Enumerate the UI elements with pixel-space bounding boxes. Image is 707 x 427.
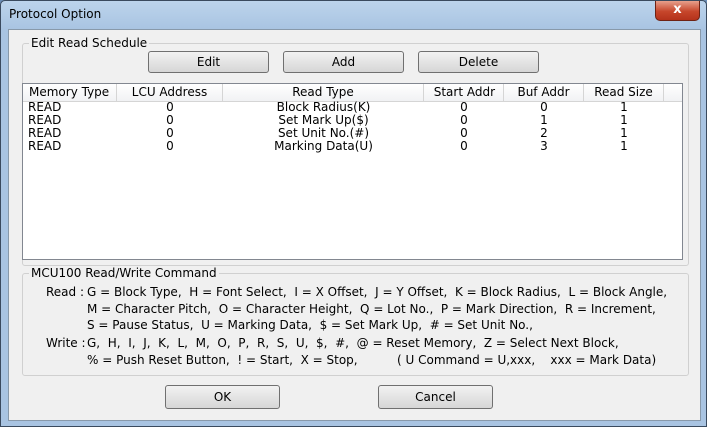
- title-bar[interactable]: Protocol Option x: [1, 1, 706, 29]
- column-header-read-type[interactable]: Read Type: [223, 84, 424, 101]
- write-command-line-1: G, H, I, J, K, L, M, O, P, R, S, U, $, #…: [87, 336, 619, 350]
- cell-read-type: Marking Data(U): [274, 139, 373, 153]
- column-header-start-addr[interactable]: Start Addr: [424, 84, 504, 101]
- close-icon: x: [673, 2, 682, 17]
- delete-button[interactable]: Delete: [418, 51, 539, 73]
- cell-lcu-address: 0: [166, 139, 174, 153]
- table-row[interactable]: READ 0 Marking Data(U) 0 3 1: [23, 140, 682, 153]
- write-command-line-2: % = Push Reset Button, ! = Start, X = St…: [87, 353, 358, 367]
- column-header-lcu-address[interactable]: LCU Address: [117, 84, 223, 101]
- add-button[interactable]: Add: [283, 51, 404, 73]
- read-schedule-list[interactable]: Memory Type LCU Address Read Type Start …: [22, 83, 683, 260]
- cell-memory-type: READ: [28, 139, 62, 153]
- ok-button[interactable]: OK: [165, 385, 280, 409]
- edit-read-schedule-legend: Edit Read Schedule: [29, 36, 150, 50]
- cell-buf-addr: 3: [540, 139, 548, 153]
- column-header-buf-addr[interactable]: Buf Addr: [504, 84, 584, 101]
- mcu100-command-legend: MCU100 Read/Write Command: [29, 266, 219, 280]
- read-command-line-1: G = Block Type, H = Font Select, I = X O…: [87, 285, 668, 299]
- write-label: Write :: [46, 336, 86, 350]
- protocol-option-dialog: Protocol Option x Edit Read Schedule Edi…: [0, 0, 707, 427]
- read-label: Read :: [46, 285, 85, 299]
- cell-read-size: 1: [620, 139, 628, 153]
- cancel-button[interactable]: Cancel: [378, 385, 493, 409]
- write-command-note: ( U Command = U,xxx, xxx = Mark Data): [397, 353, 657, 367]
- close-button[interactable]: x: [655, 1, 700, 21]
- read-command-line-2: M = Character Pitch, O = Character Heigh…: [87, 302, 656, 316]
- dialog-client-area: Edit Read Schedule Edit Add Delete Memor…: [8, 29, 701, 421]
- read-command-line-3: S = Pause Status, U = Marking Data, $ = …: [87, 318, 533, 332]
- edit-button[interactable]: Edit: [148, 51, 269, 73]
- column-header-memory-type[interactable]: Memory Type: [23, 84, 117, 101]
- column-header-read-size[interactable]: Read Size: [584, 84, 664, 101]
- cell-start-addr: 0: [460, 139, 468, 153]
- window-title: Protocol Option: [9, 7, 102, 21]
